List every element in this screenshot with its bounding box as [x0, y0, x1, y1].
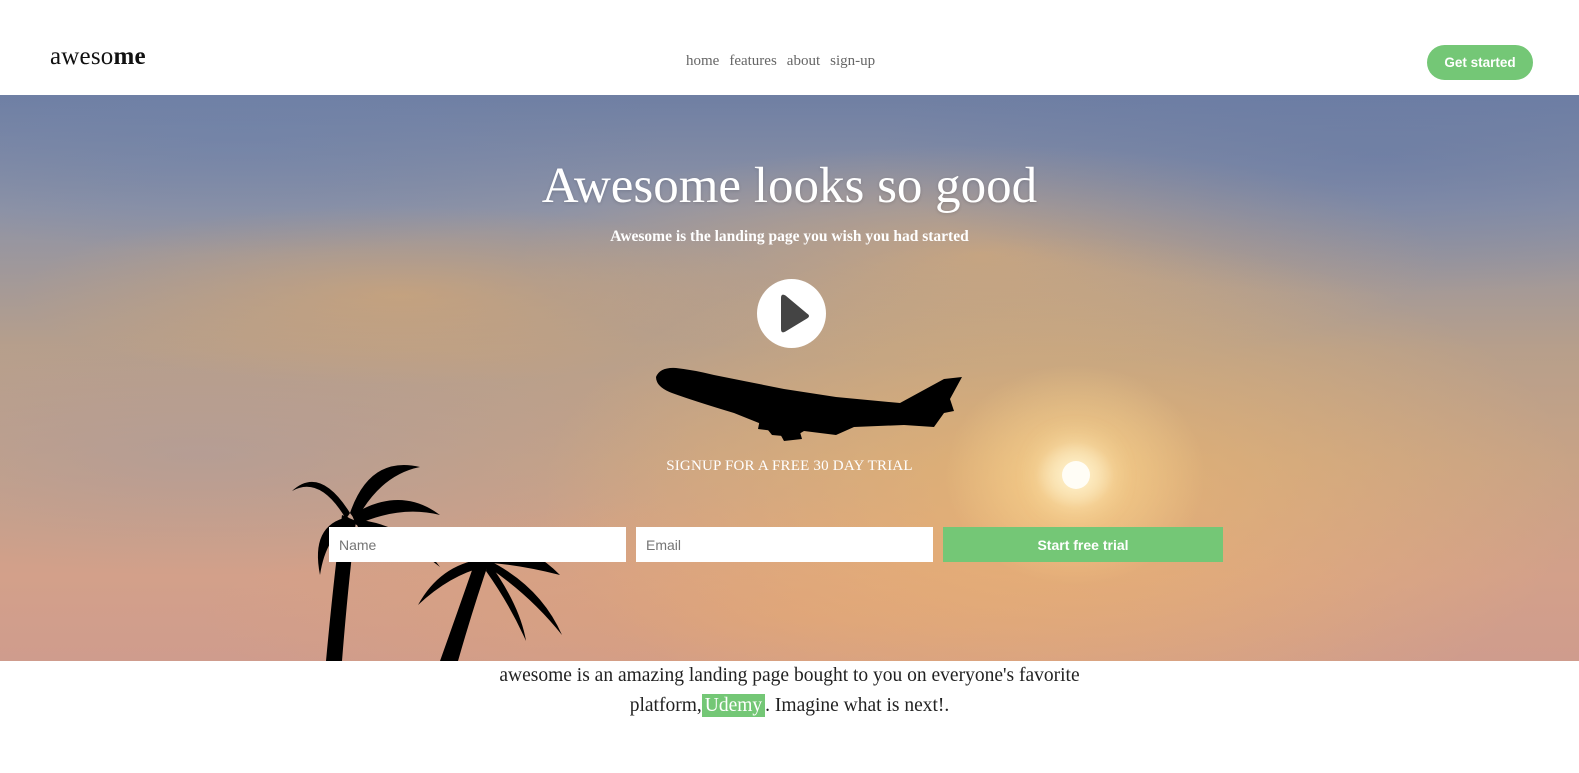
- airplane-silhouette: [656, 367, 962, 441]
- about-line-2: platform, Udemy. Imagine what is next!.: [0, 691, 1579, 721]
- play-video-button[interactable]: [757, 279, 826, 348]
- signup-label: SIGNUP FOR A FREE 30 DAY TRIAL: [666, 458, 913, 474]
- about-text: awesome is an amazing landing page bough…: [0, 661, 1579, 721]
- nav-link-features[interactable]: features: [729, 53, 776, 70]
- udemy-highlight[interactable]: Udemy: [701, 694, 766, 717]
- nav-link-about[interactable]: about: [787, 53, 820, 70]
- about-line-2-prefix: platform,: [629, 695, 702, 716]
- main-nav: home features about sign-up: [686, 53, 875, 70]
- hero-subtitle: Awesome is the landing page you wish you…: [610, 228, 969, 245]
- play-icon: [781, 294, 809, 333]
- email-input[interactable]: [636, 527, 933, 562]
- about-line-2-suffix: . Imagine what is next!.: [765, 695, 950, 716]
- logo[interactable]: awesome: [50, 43, 146, 71]
- nav-link-sign-up[interactable]: sign-up: [830, 53, 875, 70]
- logo-bold-text: me: [113, 43, 146, 70]
- hero-title: Awesome looks so good: [541, 158, 1038, 214]
- name-input[interactable]: [329, 527, 626, 562]
- site-header: awesome home features about sign-up Get …: [0, 0, 1579, 95]
- about-line-1: awesome is an amazing landing page bough…: [499, 665, 1080, 686]
- get-started-button[interactable]: Get started: [1427, 45, 1533, 80]
- start-free-trial-button[interactable]: Start free trial: [943, 527, 1223, 562]
- hero-section: Awesome looks so good Awesome is the lan…: [0, 95, 1579, 661]
- nav-link-home[interactable]: home: [686, 53, 719, 70]
- logo-light-text: aweso: [50, 43, 114, 70]
